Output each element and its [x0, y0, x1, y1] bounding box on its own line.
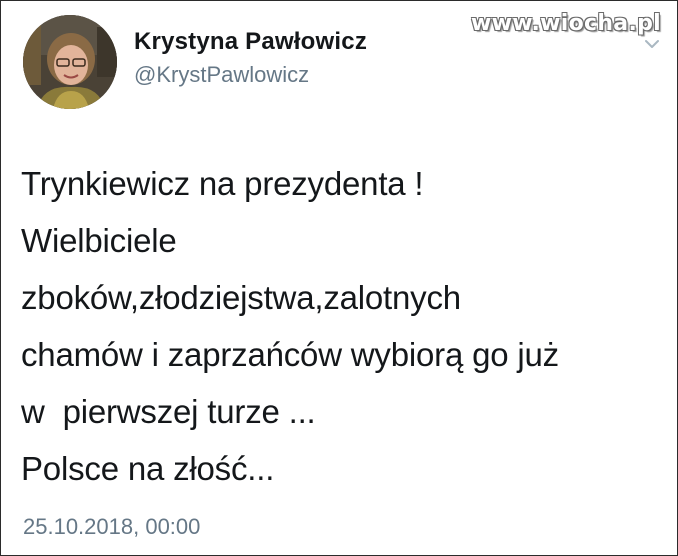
tweet-line: Wielbiciele — [21, 222, 177, 259]
tweet-timestamp[interactable]: 25.10.2018, 00:00 — [23, 513, 200, 541]
tweet-line: w pierwszej turze ... — [21, 393, 316, 430]
tweet-text: Trynkiewicz na prezydenta ! Wielbiciele … — [21, 155, 661, 497]
tweet-line: chamów i zaprzańców wybiorą go już — [21, 336, 559, 373]
author-block: Krystyna Pawłowicz @KrystPawlowicz — [134, 27, 367, 89]
avatar[interactable] — [23, 15, 117, 109]
avatar-photo — [23, 15, 117, 109]
tweet-line: Polsce na złość... — [21, 450, 275, 487]
tweet-card: Krystyna Pawłowicz @KrystPawlowicz www.w… — [0, 0, 678, 556]
author-display-name[interactable]: Krystyna Pawłowicz — [134, 27, 367, 57]
tweet-line: Trynkiewicz na prezydenta ! — [21, 165, 424, 202]
author-handle[interactable]: @KrystPawlowicz — [134, 61, 367, 89]
tweet-line: zboków,złodziejstwa,zalotnych — [21, 279, 461, 316]
watermark: www.wiocha.pl — [471, 11, 661, 36]
chevron-down-icon[interactable] — [645, 39, 659, 49]
